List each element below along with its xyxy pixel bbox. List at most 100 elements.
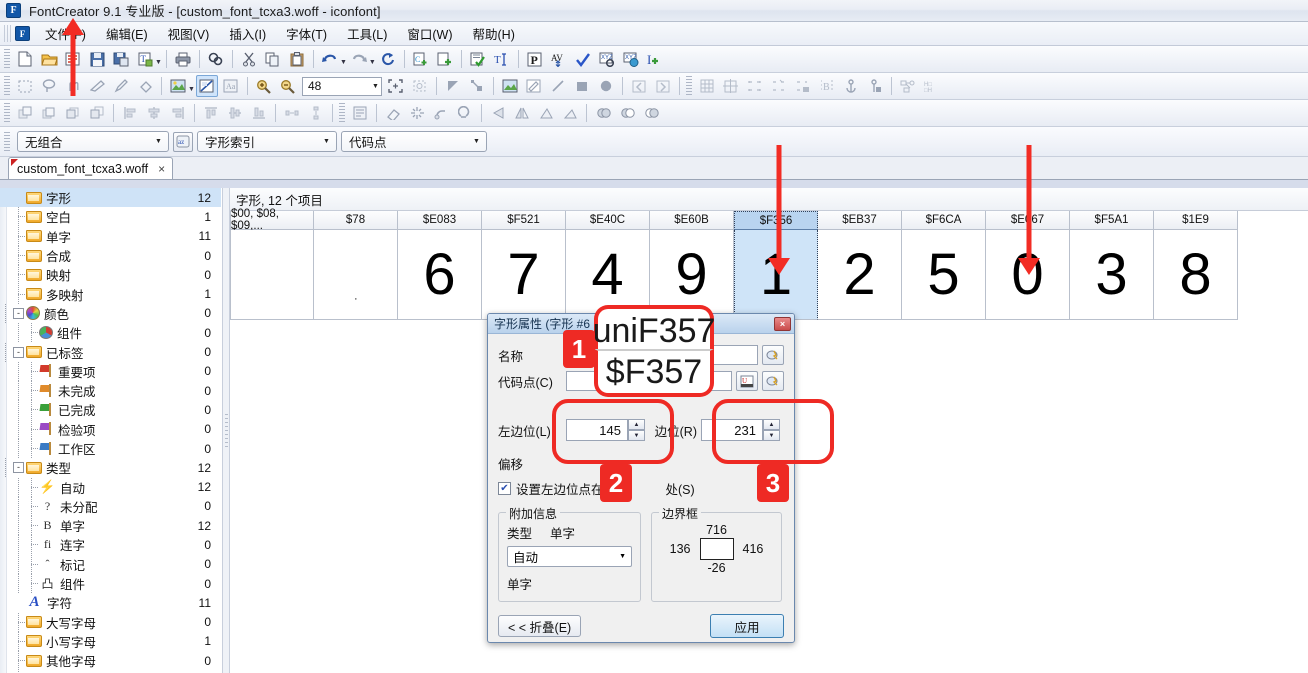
tree-item[interactable]: 重要项 0 [0, 361, 221, 381]
autokern-icon[interactable]: AV [548, 48, 570, 70]
metrics-icon[interactable] [744, 75, 766, 97]
web-font-icon[interactable]: XYZ [620, 48, 642, 70]
edit-image-icon[interactable] [523, 75, 545, 97]
anchor-icon[interactable] [840, 75, 862, 97]
zoom-level-input[interactable]: 48 ▼ [301, 76, 382, 96]
distribute-v-icon[interactable] [305, 102, 327, 124]
glyph-cell[interactable]: 6 [398, 230, 482, 320]
tree-expander[interactable]: - [13, 462, 24, 474]
glyph-index-combo[interactable]: 字形索引 ▼ [197, 131, 337, 152]
glyph-column-header[interactable]: $F6CA [902, 211, 986, 230]
send-backward-icon[interactable] [62, 102, 84, 124]
glyph-column-header[interactable]: $F356 [734, 211, 818, 230]
intersect-icon[interactable] [640, 102, 662, 124]
glyph-cell[interactable]: 1 [734, 230, 818, 320]
grid-icon[interactable] [696, 75, 718, 97]
composite-icon[interactable] [897, 75, 919, 97]
tree-item[interactable]: ˆ 标记 0 [0, 554, 221, 574]
rsb-stepper[interactable]: 231 ▲ ▼ [701, 419, 780, 441]
check-icon[interactable] [572, 48, 594, 70]
tab-custom-font[interactable]: custom_font_tcxa3.woff × [8, 157, 174, 179]
tree-item[interactable]: 多映射 1 [0, 284, 221, 304]
save-icon[interactable] [86, 48, 108, 70]
menu-item-font[interactable]: 字体(T) [277, 21, 336, 46]
transform-icon[interactable]: T [491, 48, 513, 70]
glyph-cell[interactable] [230, 230, 314, 320]
glyph-cell[interactable]: 7 [482, 230, 566, 320]
panel-splitter[interactable] [222, 188, 230, 673]
menu-item-window[interactable]: 窗口(W) [398, 21, 461, 46]
line-icon[interactable] [547, 75, 569, 97]
apply-button[interactable]: 应用 [710, 614, 784, 638]
new-file-icon[interactable] [14, 48, 36, 70]
spin-up-icon[interactable]: ▲ [763, 419, 780, 430]
send-back-icon[interactable] [86, 102, 108, 124]
menu-item-edit[interactable]: 编辑(E) [97, 21, 157, 46]
mirror-v-icon[interactable] [535, 102, 557, 124]
add-glyph-icon[interactable] [434, 48, 456, 70]
tree-item[interactable]: 组件 0 [0, 323, 221, 343]
paste-icon[interactable] [286, 48, 308, 70]
close-icon[interactable]: × [158, 162, 165, 176]
spin-down-icon[interactable]: ▼ [763, 430, 780, 441]
menu-gripper[interactable] [4, 25, 11, 42]
next-glyph-icon[interactable] [652, 75, 674, 97]
anchor-lock-icon[interactable] [864, 75, 886, 97]
lsb-value[interactable]: 145 [566, 419, 628, 441]
close-contour-icon[interactable] [454, 102, 476, 124]
spin-up-icon[interactable]: ▲ [628, 419, 645, 430]
glyph-column-header[interactable]: $E40C [566, 211, 650, 230]
glyph-cell[interactable]: 8 [1154, 230, 1238, 320]
points-icon[interactable] [768, 75, 790, 97]
close-icon[interactable]: × [774, 316, 791, 331]
pointer-icon[interactable] [442, 75, 464, 97]
new-glyph-icon[interactable]: C [410, 48, 432, 70]
align-center-icon[interactable] [143, 102, 165, 124]
toolbar-grip-3[interactable] [4, 103, 10, 123]
glyph-column-header[interactable]: $E083 [398, 211, 482, 230]
node-icon[interactable] [466, 75, 488, 97]
fill-icon[interactable] [134, 75, 156, 97]
bring-front-icon[interactable] [14, 102, 36, 124]
ellipse-icon[interactable] [595, 75, 617, 97]
distribute-h-icon[interactable] [281, 102, 303, 124]
tree-item[interactable]: 检验项 0 [0, 419, 221, 439]
glyph-column-header[interactable]: $F521 [482, 211, 566, 230]
pen-icon[interactable] [110, 75, 132, 97]
toolbar-grip[interactable] [4, 49, 10, 69]
chevron-down-icon[interactable]: ▼ [469, 133, 484, 150]
rotate-icon[interactable] [559, 102, 581, 124]
export-dropdown-arrow[interactable]: ▼ [155, 59, 162, 66]
group-combo[interactable]: 无组合 ▼ [17, 131, 169, 152]
background-image-icon[interactable] [499, 75, 521, 97]
toolbar-grip-2[interactable] [4, 76, 10, 96]
tree-item[interactable]: 工作区 0 [0, 439, 221, 458]
redo-dropdown-arrow[interactable]: ▼ [369, 59, 376, 66]
name-auto-icon[interactable] [762, 345, 784, 365]
print-icon[interactable] [172, 48, 194, 70]
bring-forward-icon[interactable] [38, 102, 60, 124]
tree-item[interactable]: 凸组件 0 [0, 574, 221, 594]
lsb-spinner[interactable]: ▲ ▼ [628, 419, 645, 441]
tree-item[interactable]: 已完成 0 [0, 400, 221, 420]
glyph-column-header[interactable]: $00, $08, $09,... [230, 208, 314, 232]
tree-item[interactable]: 大写字母 0 [0, 612, 221, 632]
chevron-down-icon[interactable]: ▼ [619, 553, 626, 560]
save-as-icon[interactable] [110, 48, 132, 70]
preview-icon[interactable]: P [524, 48, 546, 70]
glyph-cell[interactable]: 2 [818, 230, 902, 320]
toolbar-grip-3b[interactable] [339, 103, 345, 123]
join-icon[interactable] [430, 102, 452, 124]
align-top-icon[interactable] [200, 102, 222, 124]
align-middle-icon[interactable] [224, 102, 246, 124]
codepoint-combo[interactable]: 代码点 ▼ [341, 131, 487, 152]
prev-glyph-icon[interactable] [628, 75, 650, 97]
knife-icon[interactable] [86, 75, 108, 97]
break-icon[interactable] [406, 102, 428, 124]
az-sort-icon[interactable]: az [173, 131, 193, 152]
lock-points-icon[interactable] [792, 75, 814, 97]
kerning-icon[interactable]: H□ □H [921, 75, 943, 97]
tree-item[interactable]: - 颜色 0 [0, 303, 221, 323]
tree-item[interactable]: 合成 0 [0, 246, 221, 266]
glyph-cell[interactable]: 5 [902, 230, 986, 320]
